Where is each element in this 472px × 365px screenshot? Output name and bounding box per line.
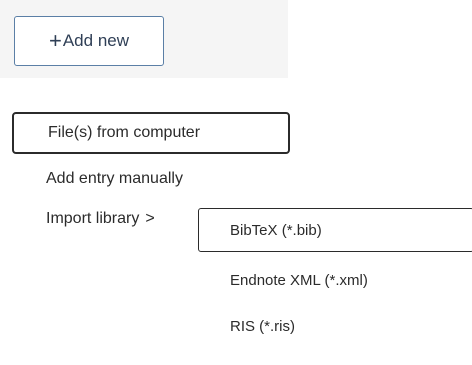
chevron-right-icon: > <box>145 210 155 227</box>
import-library-submenu: BibTeX (*.bib) Endnote XML (*.xml) RIS (… <box>198 208 472 358</box>
menu-item-label: Import library <box>46 210 140 227</box>
menu-item-add-entry-manually[interactable]: Add entry manually <box>8 158 286 200</box>
submenu-item-ris[interactable]: RIS (*.ris) <box>198 304 472 348</box>
submenu-item-endnote-xml[interactable]: Endnote XML (*.xml) <box>198 258 472 302</box>
submenu-item-label: Endnote XML (*.xml) <box>230 271 368 289</box>
menu-item-label: Add entry manually <box>46 170 183 187</box>
add-new-button[interactable]: + Add new <box>14 16 164 66</box>
submenu-item-bibtex[interactable]: BibTeX (*.bib) <box>198 208 472 252</box>
add-new-label: Add new <box>62 31 130 50</box>
menu-item-label: File(s) from computer <box>48 124 201 141</box>
submenu-item-label: RIS (*.ris) <box>230 317 295 335</box>
plus-icon: + <box>48 28 62 53</box>
submenu-item-label: BibTeX (*.bib) <box>230 221 322 239</box>
menu-item-files-from-computer[interactable]: File(s) from computer <box>12 112 290 154</box>
